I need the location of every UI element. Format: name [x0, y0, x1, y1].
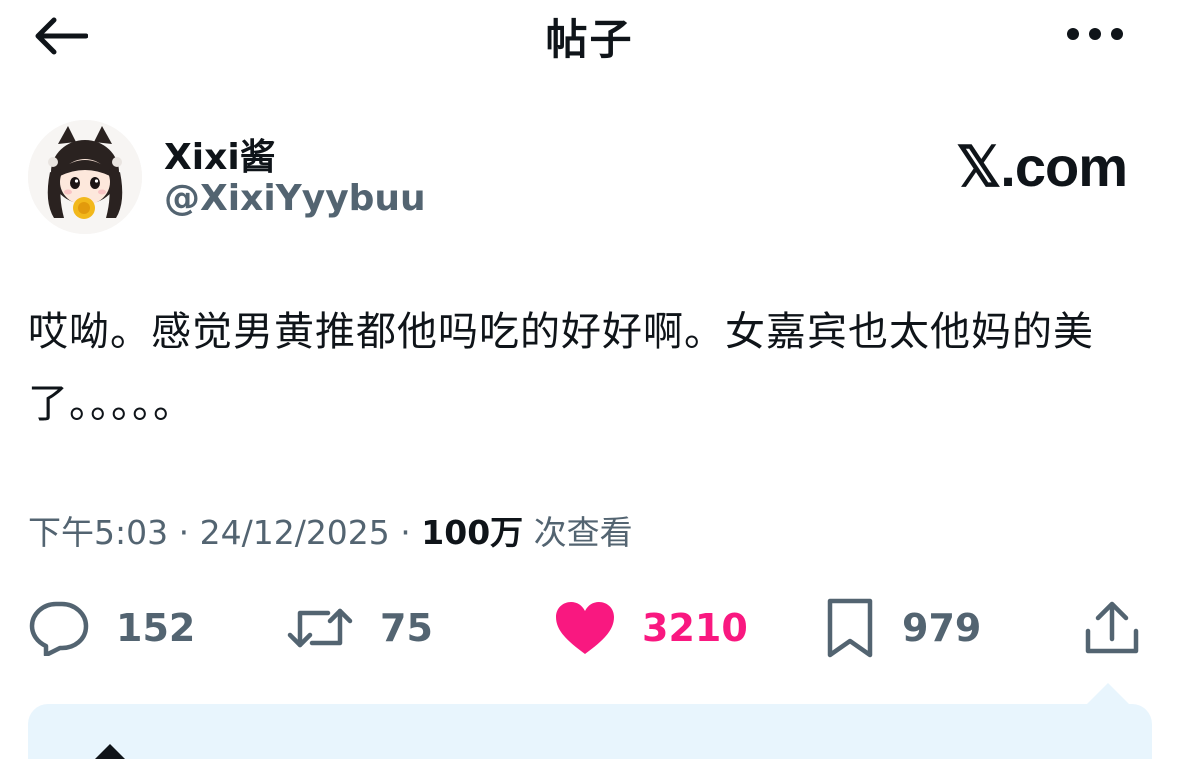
- meta-separator: ·: [178, 513, 200, 552]
- post-date[interactable]: 24/12/2025: [200, 513, 390, 552]
- post-text: 哎呦。感觉男黄推都他吗吃的好好啊。女嘉宾也太他妈的美了。。。。。: [28, 309, 1094, 427]
- x-com-watermark: 𝕏.com: [956, 135, 1128, 198]
- view-count: 100万: [421, 513, 524, 552]
- reply-suggestion-panel[interactable]: [28, 704, 1152, 759]
- view-count-label: 次查看: [533, 513, 633, 552]
- more-options-button[interactable]: [1060, 14, 1130, 54]
- user-handle[interactable]: @XixiYyybuu: [164, 178, 426, 219]
- top-bar: 帖子: [0, 0, 1179, 80]
- avatar[interactable]: [28, 120, 142, 234]
- share-icon: [1085, 601, 1139, 654]
- meta-separator: ·: [400, 513, 422, 552]
- reply-count: 152: [116, 606, 196, 650]
- repost-icon: [287, 608, 353, 648]
- up-arrow-icon: [94, 744, 126, 759]
- share-button[interactable]: [1082, 590, 1142, 666]
- heart-filled-icon: [556, 602, 614, 654]
- reply-button[interactable]: 152: [28, 590, 195, 666]
- post-time[interactable]: 下午5:03: [28, 513, 168, 552]
- bookmark-button[interactable]: 979: [824, 590, 981, 666]
- reply-panel-notch: [1086, 683, 1130, 705]
- bookmark-icon: [827, 598, 873, 658]
- action-bar: 152 75 3210 979: [0, 590, 1179, 666]
- avatar-image: [28, 120, 142, 234]
- page-title: 帖子: [545, 15, 634, 64]
- like-button[interactable]: 3210: [554, 590, 748, 666]
- display-name[interactable]: Xixi酱: [164, 128, 276, 180]
- reply-icon: [29, 601, 89, 656]
- bookmark-count: 979: [902, 606, 982, 650]
- more-dots-icon: [1067, 28, 1123, 40]
- repost-count: 75: [380, 606, 433, 650]
- repost-button[interactable]: 75: [286, 590, 433, 666]
- like-count: 3210: [642, 606, 748, 650]
- post-meta: 下午5:03 · 24/12/2025 · 100万 次查看: [28, 506, 633, 554]
